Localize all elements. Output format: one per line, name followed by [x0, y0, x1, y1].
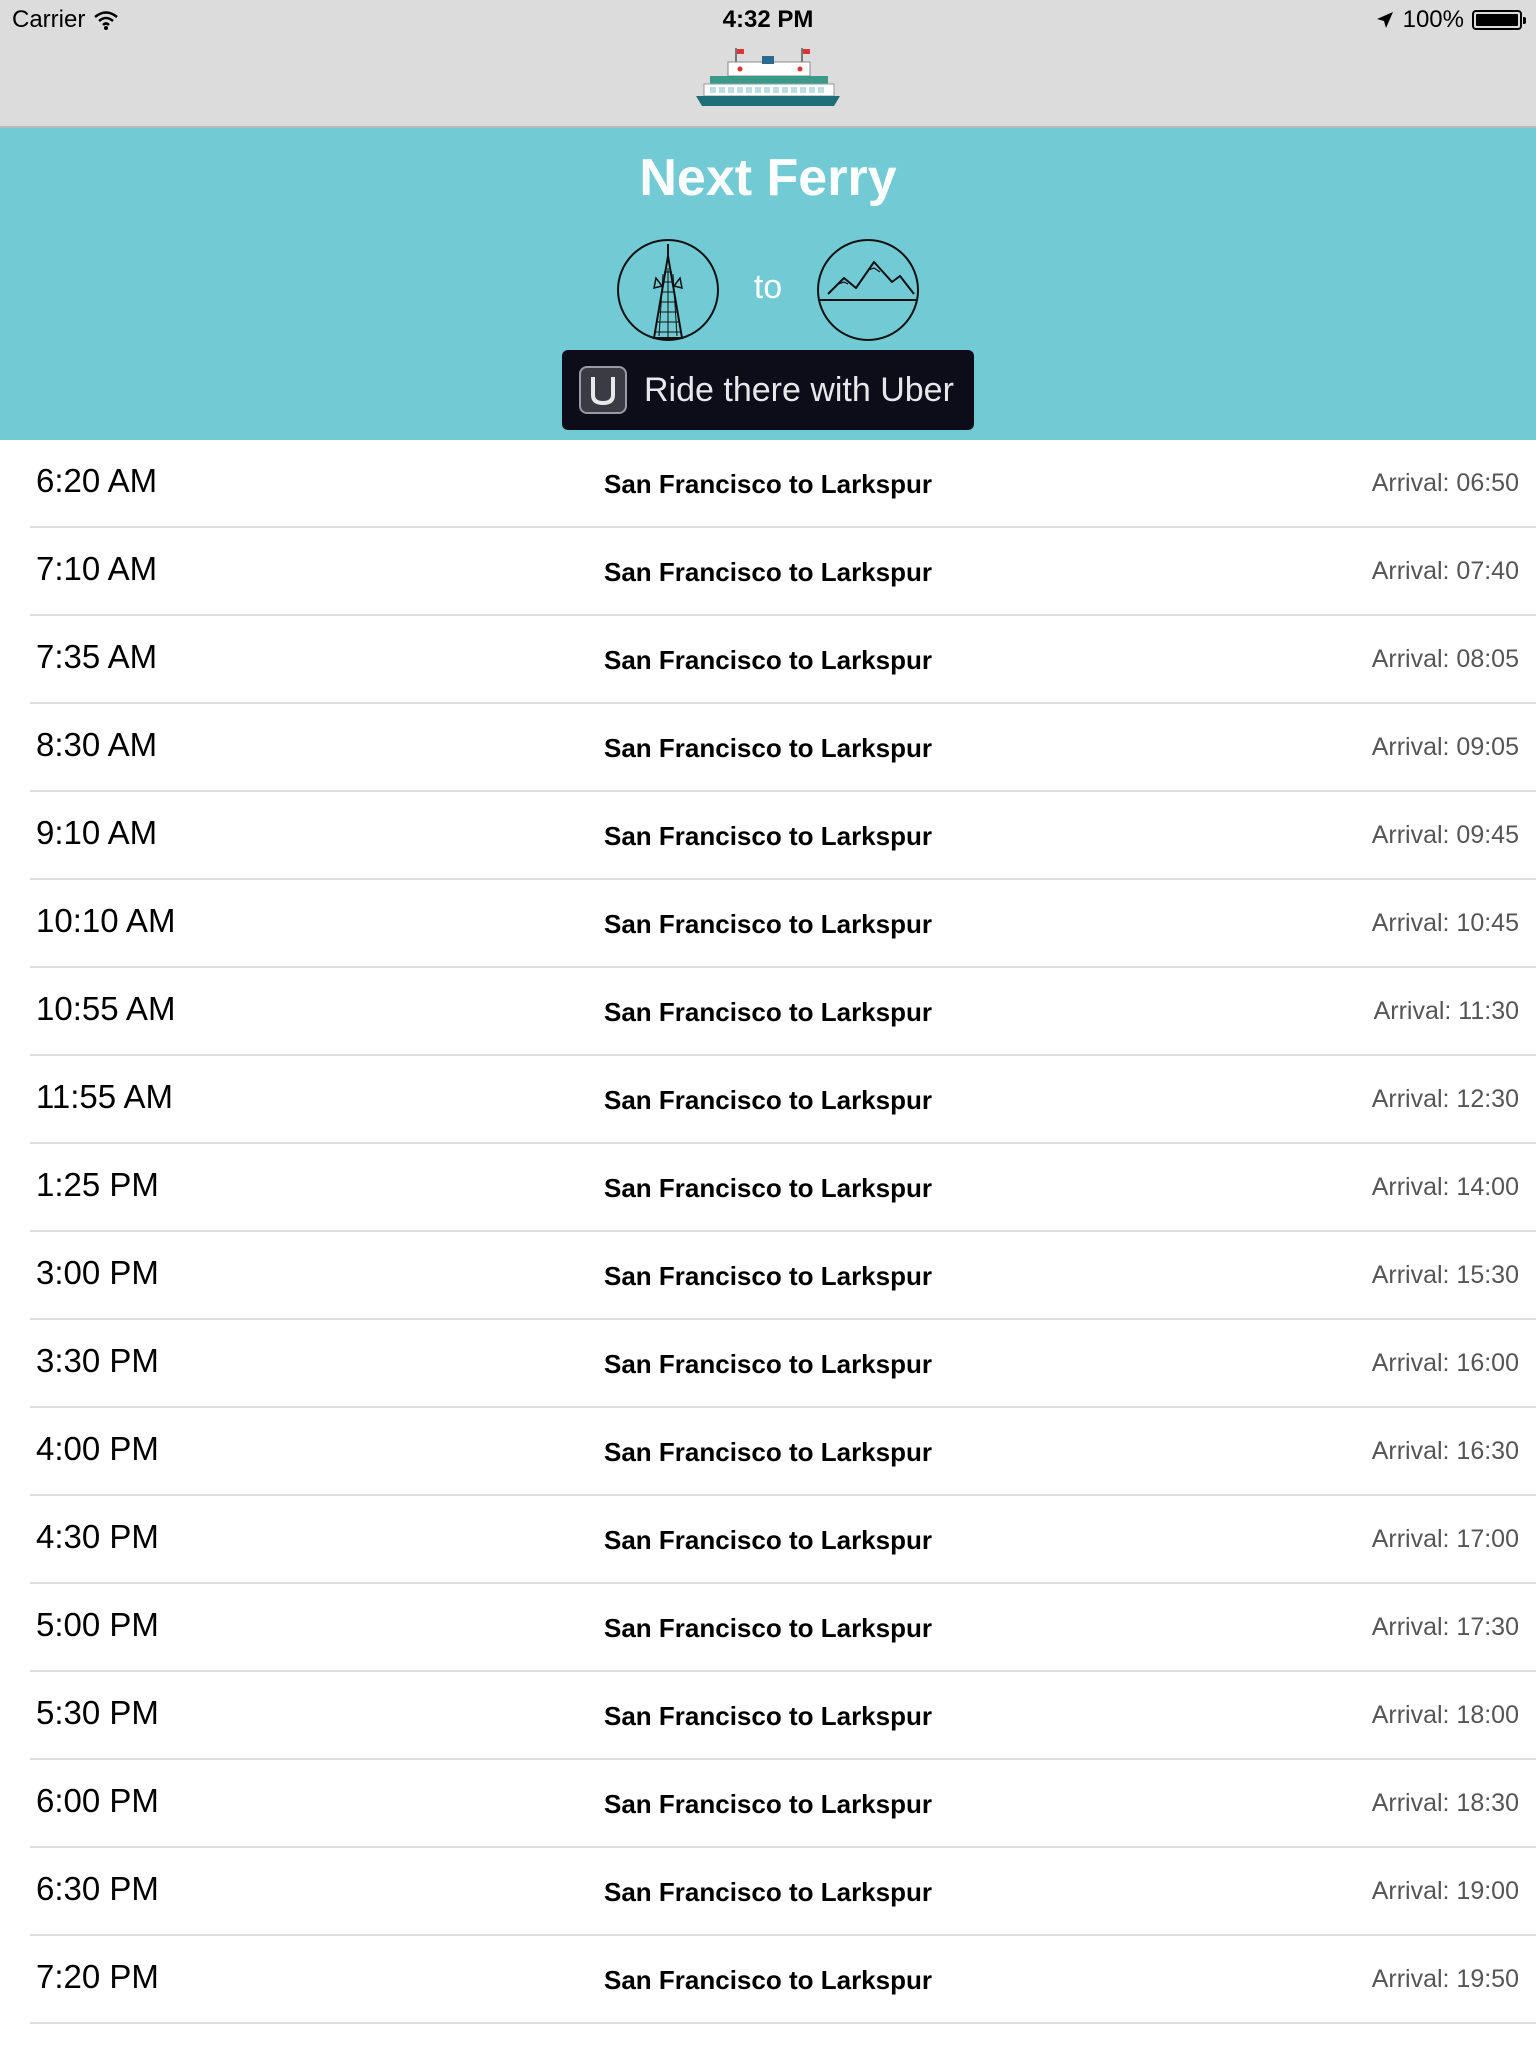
departure-row[interactable]: 6:00 PM San Francisco to Larkspur Arrival:…: [0, 1760, 1536, 1848]
departure-row[interactable]: 3:00 PM San Francisco to Larkspur Arrival:…: [0, 1232, 1536, 1320]
status-time: 4:32 PM: [722, 6, 814, 33]
transamerica-pyramid-icon[interactable]: [616, 238, 720, 342]
route-label: San Francisco to Larkspur: [604, 733, 932, 763]
route-label: San Francisco to Larkspur: [604, 1613, 932, 1643]
arrival-time: Arrival: 16:30: [1371, 1437, 1519, 1465]
arrival-time: Arrival: 16:00: [1371, 1349, 1519, 1377]
departure-list[interactable]: 6:20 AM San Francisco to Larkspur Arrival:…: [0, 440, 1536, 2024]
route-label: San Francisco to Larkspur: [604, 821, 932, 851]
battery-fill: [1476, 14, 1518, 26]
arrival-time: Arrival: 18:30: [1371, 1789, 1519, 1817]
arrival-time: Arrival: 10:45: [1371, 909, 1519, 937]
status-bar: Carrier 4:32 PM 100%: [0, 0, 1536, 40]
departure-row[interactable]: 5:30 PM San Francisco to Larkspur Arrival:…: [0, 1672, 1536, 1760]
header-banner: Next Ferry to Ride there with Uber: [0, 128, 1536, 440]
arrival-time: Arrival: 11:30: [1373, 997, 1519, 1025]
arrival-time: Arrival: 19:00: [1371, 1877, 1519, 1905]
route-label: San Francisco to Larkspur: [604, 1525, 932, 1555]
departure-row[interactable]: 6:20 AM San Francisco to Larkspur Arrival:…: [0, 440, 1536, 528]
arrival-time: Arrival: 17:00: [1371, 1525, 1519, 1553]
departure-row[interactable]: 4:30 PM San Francisco to Larkspur Arrival:…: [0, 1496, 1536, 1584]
route-label: San Francisco to Larkspur: [604, 1085, 932, 1115]
route-label: San Francisco to Larkspur: [604, 1261, 932, 1291]
nav-bar: [0, 40, 1536, 134]
route-label: San Francisco to Larkspur: [604, 1701, 932, 1731]
location-arrow-icon: [1376, 12, 1393, 28]
uber-logo-icon: [579, 366, 627, 414]
departure-row[interactable]: 9:10 AM San Francisco to Larkspur Arrival:…: [0, 792, 1536, 880]
route-label: San Francisco to Larkspur: [604, 1173, 932, 1203]
route-label: San Francisco to Larkspur: [604, 909, 932, 939]
arrival-time: Arrival: 17:30: [1371, 1613, 1519, 1641]
departure-row[interactable]: 10:10 AM San Francisco to Larkspur Arrival…: [0, 880, 1536, 968]
departure-row[interactable]: 4:00 PM San Francisco to Larkspur Arrival:…: [0, 1408, 1536, 1496]
route-label: San Francisco to Larkspur: [604, 469, 932, 499]
arrival-time: Arrival: 09:45: [1371, 821, 1519, 849]
route-label: San Francisco to Larkspur: [604, 1437, 932, 1467]
arrival-time: Arrival: 15:30: [1371, 1261, 1519, 1289]
status-right-group: 100%: [1375, 6, 1526, 34]
departure-row[interactable]: 7:20 PM San Francisco to Larkspur Arrival:…: [0, 1936, 1536, 2024]
route-label: San Francisco to Larkspur: [604, 1789, 932, 1819]
ride-with-uber-button[interactable]: Ride there with Uber: [562, 350, 974, 430]
arrival-time: Arrival: 14:00: [1371, 1173, 1519, 1201]
arrival-time: Arrival: 08:05: [1371, 645, 1519, 673]
departure-row[interactable]: 7:35 AM San Francisco to Larkspur Arrival:…: [0, 616, 1536, 704]
arrival-time: Arrival: 09:05: [1371, 733, 1519, 761]
battery-nub: [1523, 17, 1526, 24]
departure-row[interactable]: 7:10 AM San Francisco to Larkspur Arrival:…: [0, 528, 1536, 616]
route-label: San Francisco to Larkspur: [604, 645, 932, 675]
arrival-time: Arrival: 18:00: [1371, 1701, 1519, 1729]
ferry-boat-icon: [696, 48, 840, 134]
route-label: San Francisco to Larkspur: [604, 1349, 932, 1379]
departure-row[interactable]: 1:25 PM San Francisco to Larkspur Arrival:…: [0, 1144, 1536, 1232]
mountain-icon[interactable]: [816, 238, 920, 342]
route-label: San Francisco to Larkspur: [604, 1877, 932, 1907]
departure-row[interactable]: 11:55 AM San Francisco to Larkspur Arrival…: [0, 1056, 1536, 1144]
departure-row[interactable]: 6:30 PM San Francisco to Larkspur Arrival:…: [0, 1848, 1536, 1936]
departure-row[interactable]: 10:55 AM San Francisco to Larkspur Arrival…: [0, 968, 1536, 1056]
page-title: Next Ferry: [639, 149, 897, 207]
departure-row[interactable]: 5:00 PM San Francisco to Larkspur Arrival:…: [0, 1584, 1536, 1672]
battery-icon: [1472, 10, 1526, 30]
to-label: to: [753, 268, 783, 306]
arrival-time: Arrival: 19:50: [1371, 1965, 1519, 1993]
departure-row[interactable]: 8:30 AM San Francisco to Larkspur Arrival:…: [0, 704, 1536, 792]
route-label: San Francisco to Larkspur: [604, 557, 932, 587]
arrival-time: Arrival: 07:40: [1371, 557, 1519, 585]
arrival-time: Arrival: 12:30: [1371, 1085, 1519, 1113]
departure-row[interactable]: 3:30 PM San Francisco to Larkspur Arrival:…: [0, 1320, 1536, 1408]
route-label: San Francisco to Larkspur: [604, 997, 932, 1027]
route-label: San Francisco to Larkspur: [604, 1965, 932, 1995]
arrival-time: Arrival: 06:50: [1371, 469, 1519, 497]
uber-button-label: Ride there with Uber: [644, 370, 954, 409]
battery-percent: 100%: [1402, 6, 1464, 33]
